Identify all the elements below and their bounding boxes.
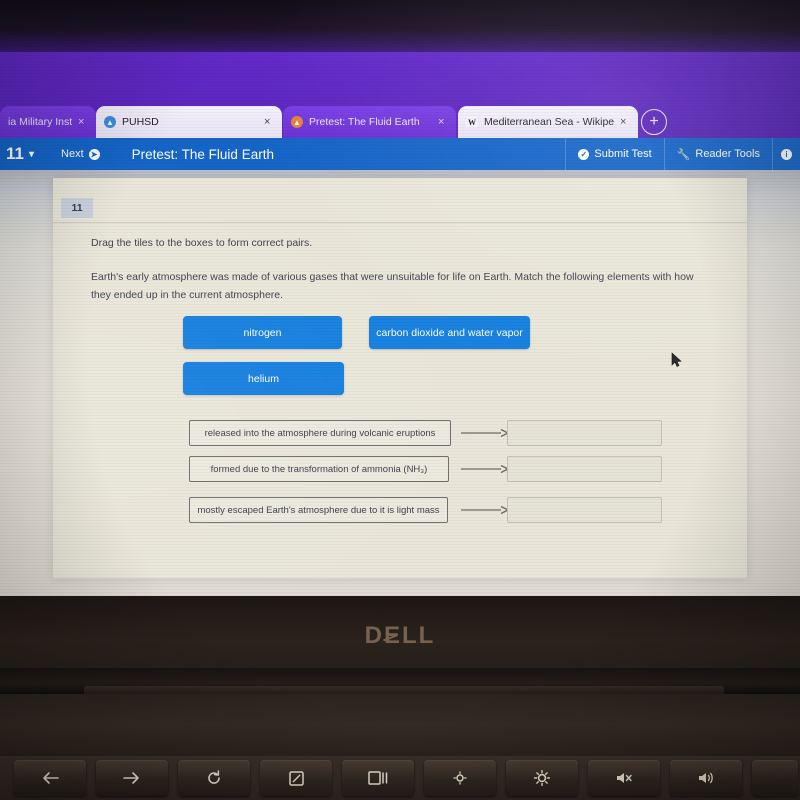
tile-label: carbon dioxide and water vapor	[376, 326, 523, 339]
drag-tile-helium[interactable]: helium	[183, 362, 344, 395]
brightness-down-icon	[453, 771, 467, 785]
key-brightness-down[interactable]	[424, 760, 496, 796]
browser-window: ia Military Institu × ▲ PUHSD × ▲ Pretes…	[0, 0, 800, 596]
drag-tile-nitrogen[interactable]: nitrogen	[183, 316, 342, 349]
dell-logo-pre: D	[364, 622, 384, 649]
dell-logo-mid: E	[384, 622, 403, 649]
assessment-page: 11 Drag the tiles to the boxes to form c…	[0, 170, 800, 596]
brightness-up-icon	[534, 770, 550, 786]
window-overview-icon	[368, 771, 388, 785]
omnibox-row: f2.app.edmentum.com/assessments-delivery…	[0, 86, 800, 191]
key-mute[interactable]	[588, 760, 660, 796]
submit-test-button[interactable]: ✓ Submit Test	[565, 138, 663, 170]
browser-chrome: ia Military Institu × ▲ PUHSD × ▲ Pretes…	[0, 0, 800, 241]
chevron-down-icon[interactable]: ▾	[29, 149, 34, 160]
question-number-badge: 11	[61, 198, 93, 218]
match-row-2: formed due to the transformation of ammo…	[189, 456, 709, 482]
question-stem: Earth's early atmosphere was made of var…	[91, 271, 694, 302]
tab-strip: ia Military Institu × ▲ PUHSD × ▲ Pretes…	[0, 52, 800, 138]
header-divider	[53, 222, 747, 223]
key-forward[interactable]	[96, 760, 168, 796]
key-fullscreen[interactable]	[260, 760, 332, 796]
match-arrow-1-icon	[461, 420, 509, 446]
check-circle-icon: ✓	[578, 148, 590, 160]
dell-logo-post: LL	[402, 622, 436, 649]
key-reload[interactable]	[178, 760, 250, 796]
reload-icon	[206, 770, 222, 786]
match-prompt-2: formed due to the transformation of ammo…	[189, 456, 449, 482]
back-arrow-icon	[41, 771, 59, 785]
info-button[interactable]: i	[772, 138, 800, 170]
key-brightness-up[interactable]	[506, 760, 578, 796]
next-label: Next	[61, 148, 84, 160]
match-prompt-1: released into the atmosphere during volc…	[189, 420, 451, 446]
bookmarks-bar: eam... P Pearson Realize ✻ Silk – Intera…	[0, 112, 800, 241]
question-selector[interactable]: 11 ▾	[6, 144, 34, 164]
screenshot-root: ia Military Institu × ▲ PUHSD × ▲ Pretes…	[0, 0, 800, 800]
match-arrow-3-icon	[461, 497, 509, 523]
drop-target-1[interactable]	[507, 420, 662, 446]
question-card: 11 Drag the tiles to the boxes to form c…	[53, 178, 747, 578]
key-extra[interactable]	[752, 760, 798, 796]
mouse-cursor-icon	[671, 352, 683, 368]
fullscreen-icon	[288, 770, 304, 786]
wrench-icon: 🔧	[676, 148, 691, 161]
tile-label: nitrogen	[243, 326, 282, 339]
forward-arrow-icon	[123, 771, 141, 785]
match-row-1: released into the atmosphere during volc…	[189, 420, 709, 446]
tile-label: helium	[248, 372, 279, 385]
key-overview[interactable]	[342, 760, 414, 796]
reader-tools-label: Reader Tools	[695, 148, 760, 160]
assessment-toolbar: 11 ▾ Next ➤ Pretest: The Fluid Earth ✓ S…	[0, 138, 800, 170]
drag-tile-carbon-dioxide[interactable]: carbon dioxide and water vapor	[369, 316, 530, 349]
key-volume-up[interactable]	[670, 760, 742, 796]
info-circle-icon: i	[781, 148, 792, 160]
match-prompt-3: mostly escaped Earth's atmosphere due to…	[189, 497, 448, 523]
drop-target-3[interactable]	[507, 497, 662, 523]
assessment-title: Pretest: The Fluid Earth	[131, 146, 274, 162]
submit-test-label: Submit Test	[594, 148, 652, 160]
window-title-bar	[0, 0, 800, 52]
dell-brand-logo: DELL	[0, 622, 800, 650]
arrow-right-circle-icon: ➤	[88, 148, 100, 160]
match-row-3: mostly escaped Earth's atmosphere due to…	[189, 497, 709, 523]
mute-icon	[615, 771, 633, 785]
question-number: 11	[6, 144, 24, 163]
next-question-button[interactable]: Next ➤	[61, 148, 100, 160]
drop-target-2[interactable]	[507, 456, 662, 482]
match-arrow-2-icon	[461, 456, 509, 482]
question-instruction: Drag the tiles to the boxes to form corr…	[91, 237, 313, 249]
key-back[interactable]	[14, 760, 86, 796]
laptop-palmrest	[0, 694, 800, 756]
reader-tools-button[interactable]: 🔧 Reader Tools	[663, 138, 772, 170]
volume-up-icon	[697, 771, 715, 785]
